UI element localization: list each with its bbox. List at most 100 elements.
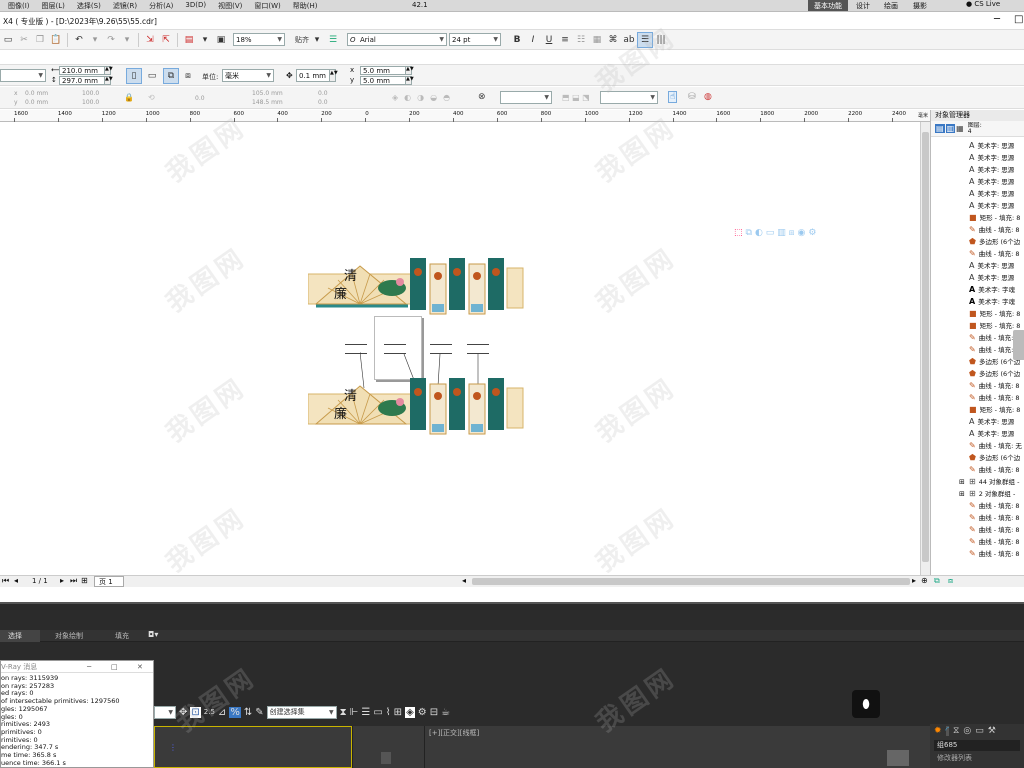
- render-setup-icon[interactable]: ⚙: [418, 707, 427, 718]
- snap-toggle-icon[interactable]: ⊿: [218, 707, 226, 718]
- duplicate-distance-y-input[interactable]: 5.0 mm: [360, 76, 406, 85]
- rotate-icon[interactable]: ⟲: [148, 93, 155, 102]
- object-list-item[interactable]: ✎ 曲线 - 填充: 8: [931, 536, 1024, 548]
- workspace-tab-design[interactable]: 设计: [856, 1, 870, 11]
- page-tab-1[interactable]: 页 1: [94, 576, 124, 587]
- object-list-item[interactable]: A 美术字: 思源: [931, 260, 1024, 272]
- rotation-value[interactable]: 0.0: [195, 95, 205, 102]
- paper-type-select[interactable]: ▼: [0, 69, 46, 82]
- add-page-icon[interactable]: ⊞: [81, 576, 88, 585]
- object-list-item[interactable]: A 美术字: 思源: [931, 164, 1024, 176]
- menu-item[interactable]: 滤镜(R): [113, 1, 137, 11]
- pos-x-value[interactable]: 105.0 mm: [252, 90, 283, 97]
- expand-icon[interactable]: ⊞: [959, 488, 965, 500]
- cut-icon[interactable]: ✂: [16, 32, 32, 48]
- copy-icon[interactable]: ❐: [32, 32, 48, 48]
- object-list-scroll-thumb[interactable]: [1013, 330, 1024, 360]
- prev-page-icon[interactable]: ◂: [14, 576, 18, 585]
- ribbon-tab-populate[interactable]: 填充: [115, 631, 129, 641]
- object-list-item[interactable]: ✎ 曲线 - 填充: 8: [931, 500, 1024, 512]
- dup-x-spinner[interactable]: ▲▼: [406, 66, 414, 75]
- modifier-list-select[interactable]: 修改器列表: [934, 753, 1020, 763]
- utilities-tab-icon[interactable]: ⚒: [988, 726, 996, 736]
- object-list-item[interactable]: A 美术字: 思源: [931, 140, 1024, 152]
- render-production-icon[interactable]: ☕: [441, 707, 450, 718]
- viewport-perspective[interactable]: ⋮: [154, 726, 352, 768]
- cs-live-button[interactable]: ● CS Live: [966, 0, 1000, 8]
- minimize-icon[interactable]: ─: [87, 661, 91, 673]
- object-list-item[interactable]: ⊞ ⊞ 44 对象群组 -: [931, 476, 1024, 488]
- viewport-left[interactable]: [+][正交][线框]: [424, 726, 930, 768]
- edit-across-layers-icon[interactable]: ▥: [945, 124, 956, 133]
- display-tab-icon[interactable]: ▭: [975, 726, 984, 736]
- vertical-text-icon[interactable]: |||: [653, 32, 669, 48]
- object-list-item[interactable]: A 美术字: 思源: [931, 416, 1024, 428]
- skew-y-value[interactable]: 0.0: [318, 99, 328, 106]
- portrait-icon[interactable]: ▯: [126, 68, 142, 84]
- edit-text-icon[interactable]: ab: [621, 32, 637, 48]
- text-properties-icon[interactable]: ⌘: [605, 32, 621, 48]
- angle-snap-value[interactable]: 2.5: [204, 708, 215, 716]
- object-list-item[interactable]: A 美术字: 字魂: [931, 284, 1024, 296]
- layer-explorer-icon[interactable]: ☰: [361, 707, 370, 718]
- skew-x-value[interactable]: 0.0: [318, 90, 328, 97]
- menu-item[interactable]: 分析(A): [149, 1, 173, 11]
- workspace-button[interactable]: 基本功能: [808, 0, 848, 11]
- dup-y-spinner[interactable]: ▲▼: [406, 76, 414, 85]
- italic-icon[interactable]: I: [525, 32, 541, 48]
- object-list-item[interactable]: ✎ 曲线 - 填充: 8: [931, 344, 1024, 356]
- first-page-icon[interactable]: ⏮: [2, 576, 9, 586]
- maximize-icon[interactable]: □: [111, 661, 118, 673]
- object-list-item[interactable]: ⬟ 多边形 (6个边: [931, 452, 1024, 464]
- object-list-item[interactable]: ■ 矩形 - 填充: 8: [931, 308, 1024, 320]
- next-page-icon[interactable]: ▸: [60, 576, 64, 585]
- outline-width-select[interactable]: ▼: [500, 91, 552, 104]
- object-list-item[interactable]: ✎ 曲线 - 填充: 8: [931, 248, 1024, 260]
- ribbon-options-icon[interactable]: ◘▾: [148, 630, 158, 639]
- zoom-corner-icon[interactable]: ⊕: [921, 576, 928, 585]
- fill-icon[interactable]: ⛁: [688, 92, 696, 102]
- artwork-bottom[interactable]: 清 廉: [308, 378, 526, 440]
- floating-quick-toolbar[interactable]: ⬚⧉◐▭▥⧆◉⚙: [734, 228, 854, 240]
- scroll-right-icon[interactable]: ▸: [912, 576, 916, 585]
- motion-tab-icon[interactable]: ◎: [963, 726, 971, 736]
- artwork-top[interactable]: 清 廉: [308, 258, 526, 320]
- last-page-icon[interactable]: ⏭: [70, 576, 77, 586]
- viewport-label[interactable]: [+][正交][线框]: [429, 728, 479, 738]
- scrollbar-thumb[interactable]: [922, 132, 929, 562]
- select-rotate-icon[interactable]: ⊡: [190, 706, 201, 718]
- canvas-vertical-scrollbar[interactable]: [920, 122, 930, 575]
- object-list-item[interactable]: ■ 矩形 - 填充: 8: [931, 320, 1024, 332]
- show-properties-icon[interactable]: ▤: [935, 124, 945, 133]
- object-list-item[interactable]: ■ 矩形 - 填充: 8: [931, 404, 1024, 416]
- drop-cap-icon[interactable]: ▦: [589, 32, 605, 48]
- object-list-item[interactable]: A 美术字: 思源: [931, 428, 1024, 440]
- object-list-item[interactable]: ✎ 曲线 - 填充: 无: [931, 440, 1024, 452]
- quick-icon-1[interactable]: ⬚: [734, 228, 746, 238]
- layer-manager-icon[interactable]: ▦: [956, 124, 964, 133]
- object-list-item[interactable]: ✎ 曲线 - 填充: 8: [931, 392, 1024, 404]
- export-icon[interactable]: ⇱: [158, 32, 174, 48]
- reference-coord-select[interactable]: ▼: [154, 705, 176, 719]
- undo-icon[interactable]: ↶: [71, 32, 87, 48]
- to-front-icon[interactable]: ⬒ ⬓ ⬔: [562, 93, 590, 102]
- pan-tool-icon[interactable]: ☝: [668, 91, 678, 103]
- scale-y-value[interactable]: 100.0: [82, 99, 99, 106]
- viewport-front[interactable]: [352, 726, 424, 768]
- menu-item[interactable]: 选择(S): [77, 1, 101, 11]
- menu-item[interactable]: 帮助(H): [293, 1, 318, 11]
- object-list-item[interactable]: ✎ 曲线 - 填充: 8: [931, 332, 1024, 344]
- landscape-icon[interactable]: ▭: [144, 68, 160, 84]
- spinner-snap-icon[interactable]: ⇅: [244, 707, 252, 718]
- object-list-item[interactable]: ✎ 曲线 - 填充: 8: [931, 548, 1024, 560]
- welcome-screen-icon[interactable]: ▣: [213, 32, 229, 48]
- object-list-item[interactable]: ✎ 曲线 - 填充: 8: [931, 524, 1024, 536]
- object-list-item[interactable]: ■ 矩形 - 填充: 8: [931, 212, 1024, 224]
- modify-tab-icon[interactable]: ◜: [945, 726, 950, 736]
- snap-dropdown-icon[interactable]: ▾: [309, 32, 325, 48]
- launcher-dropdown-icon[interactable]: ▾: [197, 32, 213, 48]
- menu-item[interactable]: 3D(D): [185, 1, 206, 11]
- horizontal-text-icon[interactable]: ☰: [637, 31, 653, 48]
- paste-icon[interactable]: 📋: [48, 32, 64, 48]
- close-icon[interactable]: ✕: [137, 661, 143, 673]
